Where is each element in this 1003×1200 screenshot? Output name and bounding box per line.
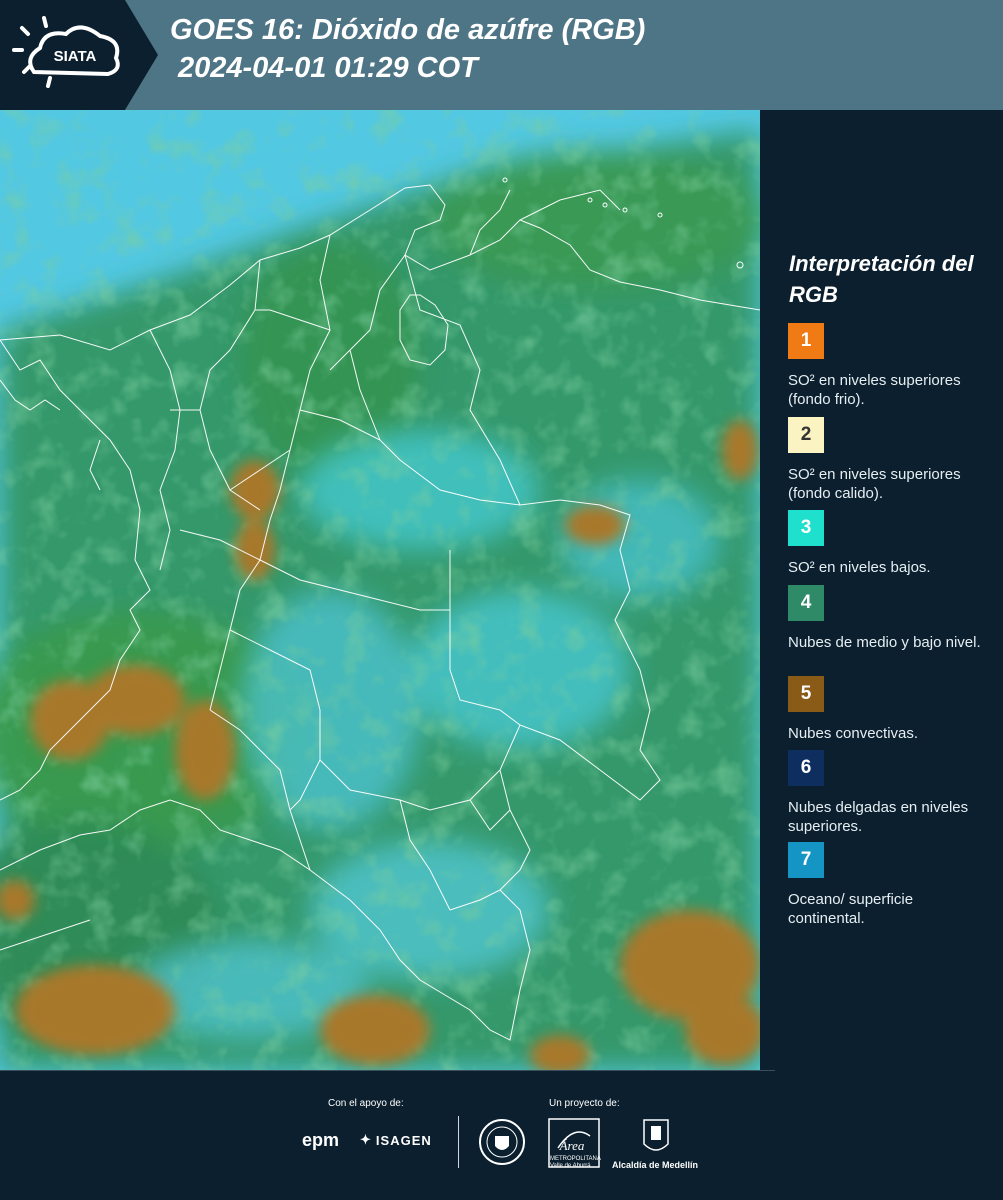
legend-swatch-4: 4 xyxy=(788,585,824,621)
footer: Con el apoyo de: Un proyecto de: epm ✦ I… xyxy=(0,1070,1003,1200)
legend-title: Interpretación del RGB xyxy=(789,251,974,307)
isagen-icon: ✦ xyxy=(360,1132,372,1147)
legend-item-7: 7 Oceano/ superficie continental. xyxy=(788,842,993,928)
alcaldia-shield-icon[interactable] xyxy=(642,1118,670,1161)
legend-item-3: 3 SO² en niveles bajos. xyxy=(788,510,993,577)
page-timestamp: 2024-04-01 01:29 COT xyxy=(178,52,478,84)
legend-swatch-2: 2 xyxy=(788,417,824,453)
isagen-label: ISAGEN xyxy=(375,1132,432,1148)
legend-swatch-6: 6 xyxy=(788,750,824,786)
legend-label-7: Oceano/ superficie continental. xyxy=(788,891,914,927)
legend-item-4: 4 Nubes de medio y bajo nivel. xyxy=(788,585,993,652)
legend-swatch-3: 3 xyxy=(788,510,824,546)
legend-label-4: Nubes de medio y bajo nivel. xyxy=(788,634,981,651)
footer-separator xyxy=(458,1116,459,1168)
footer-divider-line xyxy=(0,1070,775,1071)
medellin-seal-icon[interactable] xyxy=(478,1118,526,1171)
legend-item-5: 5 Nubes convectivas. xyxy=(788,676,993,743)
siata-logo[interactable]: SIATA xyxy=(0,0,158,110)
area-caption: METROPOLITANA Valle de Aburrá xyxy=(550,1156,601,1169)
legend-label-2: SO² en niveles superiores (fondo calido)… xyxy=(788,466,961,502)
page-title: GOES 16: Dióxido de azúfre (RGB) xyxy=(170,14,646,46)
legend-label-6: Nubes delgadas en niveles superiores. xyxy=(788,799,969,835)
area-name: Área xyxy=(559,1138,585,1153)
legend-label-3: SO² en niveles bajos. xyxy=(788,559,931,576)
legend-swatch-7: 7 xyxy=(788,842,824,878)
logo-text: SIATA xyxy=(54,48,97,65)
legend-swatch-5: 5 xyxy=(788,676,824,712)
header-bar: SIATA GOES 16: Dióxido de azúfre (RGB) 2… xyxy=(0,0,1003,110)
legend-swatch-1: 1 xyxy=(788,323,824,359)
epm-logo[interactable]: epm xyxy=(302,1130,339,1151)
legend-item-1: 1 SO² en niveles superiores (fondo frio)… xyxy=(788,323,993,409)
project-caption: Un proyecto de: xyxy=(549,1098,620,1109)
legend-label-5: Nubes convectivas. xyxy=(788,725,919,742)
legend-panel: Interpretación del RGB 1 SO² en niveles … xyxy=(760,110,1003,1070)
satellite-map[interactable] xyxy=(0,110,760,1070)
legend-label-1: SO² en niveles superiores (fondo frio). xyxy=(788,372,961,408)
support-caption: Con el apoyo de: xyxy=(328,1098,404,1109)
isagen-logo[interactable]: ✦ ISAGEN xyxy=(360,1132,432,1148)
alcaldia-label: Alcaldía de Medellín xyxy=(612,1160,699,1170)
legend-item-6: 6 Nubes delgadas en niveles superiores. xyxy=(788,750,993,836)
legend-item-2: 2 SO² en niveles superiores (fondo calid… xyxy=(788,417,993,503)
